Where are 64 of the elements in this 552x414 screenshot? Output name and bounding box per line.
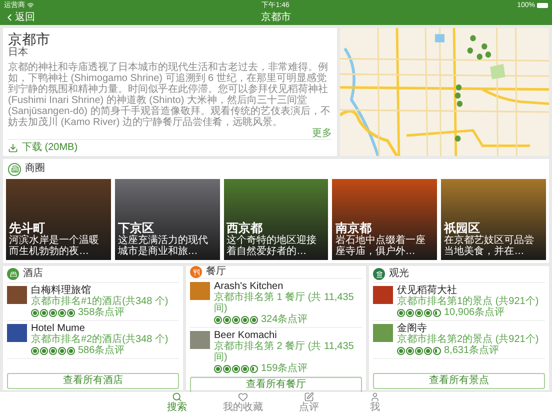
listing-name[interactable]: Beer Komachi	[214, 330, 362, 341]
area-card[interactable]: 下京区 这座充满活力的现代城市是商业和旅…	[114, 179, 220, 260]
area-caption: 河滨水岸是一个温暖而生机勃勃的夜…	[9, 235, 100, 257]
search-icon	[172, 392, 182, 402]
ranking-text: 京都市排名第 2 餐厅 (共 11,435 间)	[214, 341, 355, 363]
area-caption: 这座充满活力的现代城市是商业和旅…	[118, 235, 209, 257]
wifi-icon	[27, 2, 34, 8]
city-description: 京都的神社和寺庙透视了日本城市的现代生活和古老过去，非常难得。例如，下鸭神社 (Shimogamo Shrine) 可追溯到 6 世纪，在那里可明显感觉到宁静的氛围和精神力量。时间似乎在此停滞。您可以参拜伏见稻荷神社 (Fushimi Inari Shrine) 的神道教 (Shinto) 大米神，然后向三十三间堂 (Sanjūsangen-dō) 的简身千手观音造像敬拜。观看传统的艺伎表演后，不妨去加茂川 (Kamo River) 边的宁静餐厅品尝佳肴，远眺风景。	[8, 62, 332, 128]
building-icon	[8, 162, 21, 176]
section-title: 商圈	[25, 164, 45, 174]
listing-name[interactable]: Arash's Kitchen	[214, 281, 362, 292]
review-count: 586条点评	[78, 345, 125, 356]
listing-name[interactable]: 金阁寺	[397, 323, 539, 334]
area-caption: 岩石地中点缀着一座座寺庙，俱户外…	[335, 235, 426, 257]
map-drawing[interactable]	[340, 28, 549, 156]
section-title: 观光	[389, 269, 409, 279]
page-title: 京都市	[261, 12, 291, 22]
review-count: 358条点评	[78, 307, 125, 318]
heart-icon	[238, 392, 248, 402]
tab-bar-item[interactable]: 搜索	[157, 392, 197, 414]
back-button[interactable]: 返回	[4, 12, 35, 23]
tab-bar-item[interactable]: 点评	[289, 392, 329, 414]
ranking-text: 京都市排名第 1 餐厅 (共 11,435 间)	[214, 292, 355, 314]
area-card[interactable]: 先斗町 河滨水岸是一个温暖而生机勃勃的夜…	[6, 179, 111, 260]
ranking-text: 京都市排名第1的景点 (共921个)	[397, 296, 539, 307]
area-caption: 这个奇特的地区迎接着自然爱好者的…	[226, 235, 318, 257]
photo-placeholder	[373, 286, 393, 304]
area-name: 下京区	[118, 222, 154, 235]
ranking-text: 京都市排名#1的酒店(共348 个)	[31, 296, 168, 307]
ranking-text: 京都市排名#2的酒店(共348 个)	[31, 334, 168, 345]
review-count: 159条点评	[261, 363, 308, 374]
ranking-text: 京都市排名第2的景点 (共921个)	[397, 334, 539, 345]
tab-bar-item[interactable]: 我	[355, 392, 395, 414]
review-count: 10,906条点评	[444, 307, 505, 318]
area-name: 先斗町	[9, 222, 45, 235]
review-count: 324条点评	[261, 314, 308, 325]
city-title: 京都市	[8, 31, 51, 47]
area-name: 西京都	[226, 222, 263, 235]
section-title: 餐厅	[206, 267, 226, 277]
battery-icon	[537, 2, 548, 8]
review-count: 8,631条点评	[444, 345, 500, 356]
area-card[interactable]: 祇园区 在京都艺妓区可品尝当地美食，并在…	[441, 179, 546, 260]
country-label: 日本	[8, 47, 29, 59]
photo-placeholder	[7, 324, 27, 342]
area-name: 南京都	[335, 222, 372, 235]
photo-placeholder	[190, 331, 210, 349]
download-icon	[8, 143, 18, 153]
area-name: 祇园区	[444, 222, 480, 235]
photo-placeholder	[7, 286, 27, 304]
photo-placeholder	[190, 282, 210, 300]
tab-bar-item[interactable]: 我的收藏	[223, 392, 263, 414]
view-all-button[interactable]: 查看所有景点	[373, 373, 545, 389]
area-caption: 在京都艺妓区可品尝当地美食，并在…	[444, 235, 536, 257]
area-card[interactable]: 西京都 这个奇特的地区迎接着自然爱好者的…	[224, 179, 328, 260]
listing-name[interactable]: 白梅料理旅馆	[31, 285, 168, 296]
pen-icon	[304, 392, 314, 402]
photo-placeholder	[373, 324, 393, 342]
view-all-button[interactable]: 查看所有酒店	[7, 373, 179, 389]
area-card[interactable]: 南京都 岩石地中点缀着一座座寺庙，俱户外…	[332, 179, 438, 260]
download-button[interactable]: 下载 (20MB)	[8, 142, 78, 154]
listing-name[interactable]: Hotel Mume	[31, 323, 168, 334]
section-title: 酒店	[23, 269, 43, 279]
person-icon	[370, 392, 380, 402]
listing-name[interactable]: 伏见稻荷大社	[397, 285, 539, 296]
